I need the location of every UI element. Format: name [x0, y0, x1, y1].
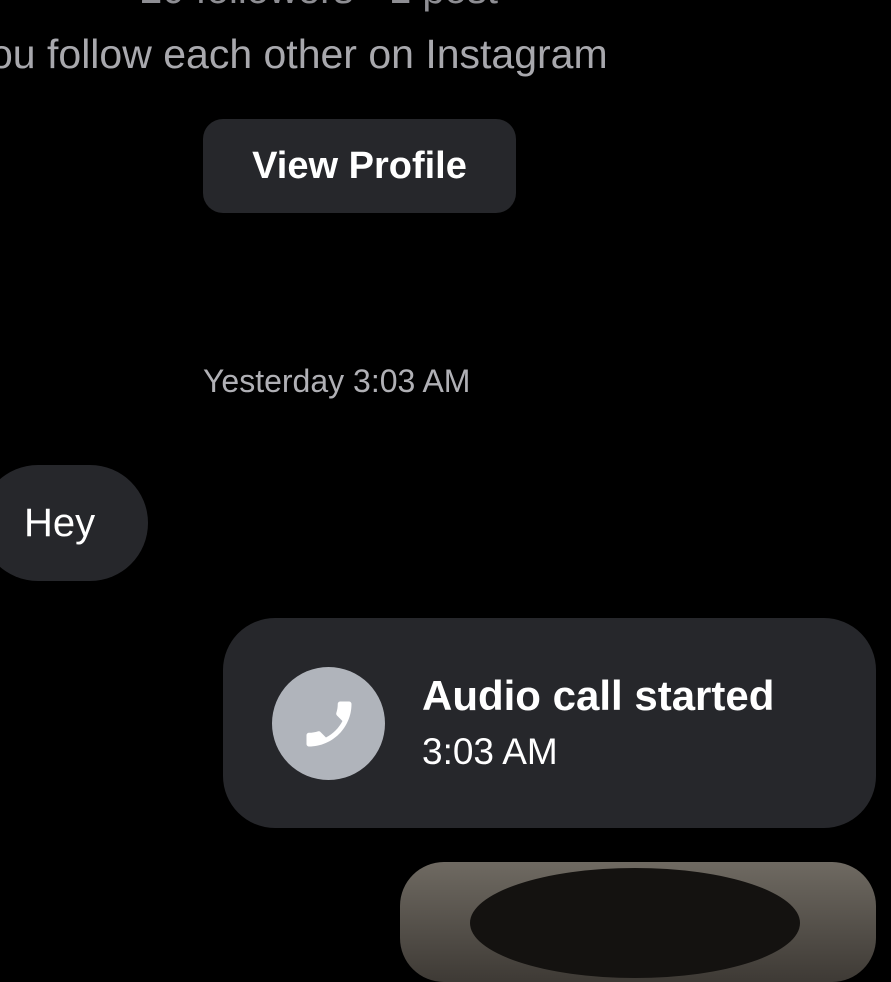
- mutual-follow-text: ou follow each other on Instagram: [0, 31, 608, 77]
- message-text: Hey: [24, 501, 96, 545]
- call-title: Audio call started: [422, 672, 775, 719]
- view-profile-button[interactable]: View Profile: [203, 119, 516, 213]
- audio-call-card[interactable]: Audio call started 3:03 AM: [223, 618, 876, 828]
- phone-icon-glyph: [306, 701, 351, 746]
- media-image-content: [470, 868, 800, 978]
- media-message-preview[interactable]: [400, 862, 876, 982]
- message-timestamp: Yesterday 3:03 AM: [203, 363, 471, 399]
- call-time: 3:03 AM: [422, 731, 558, 772]
- incoming-message-bubble[interactable]: Hey: [0, 465, 148, 581]
- profile-stats: 20 followers · 1 post: [140, 0, 498, 10]
- phone-icon: [272, 667, 385, 780]
